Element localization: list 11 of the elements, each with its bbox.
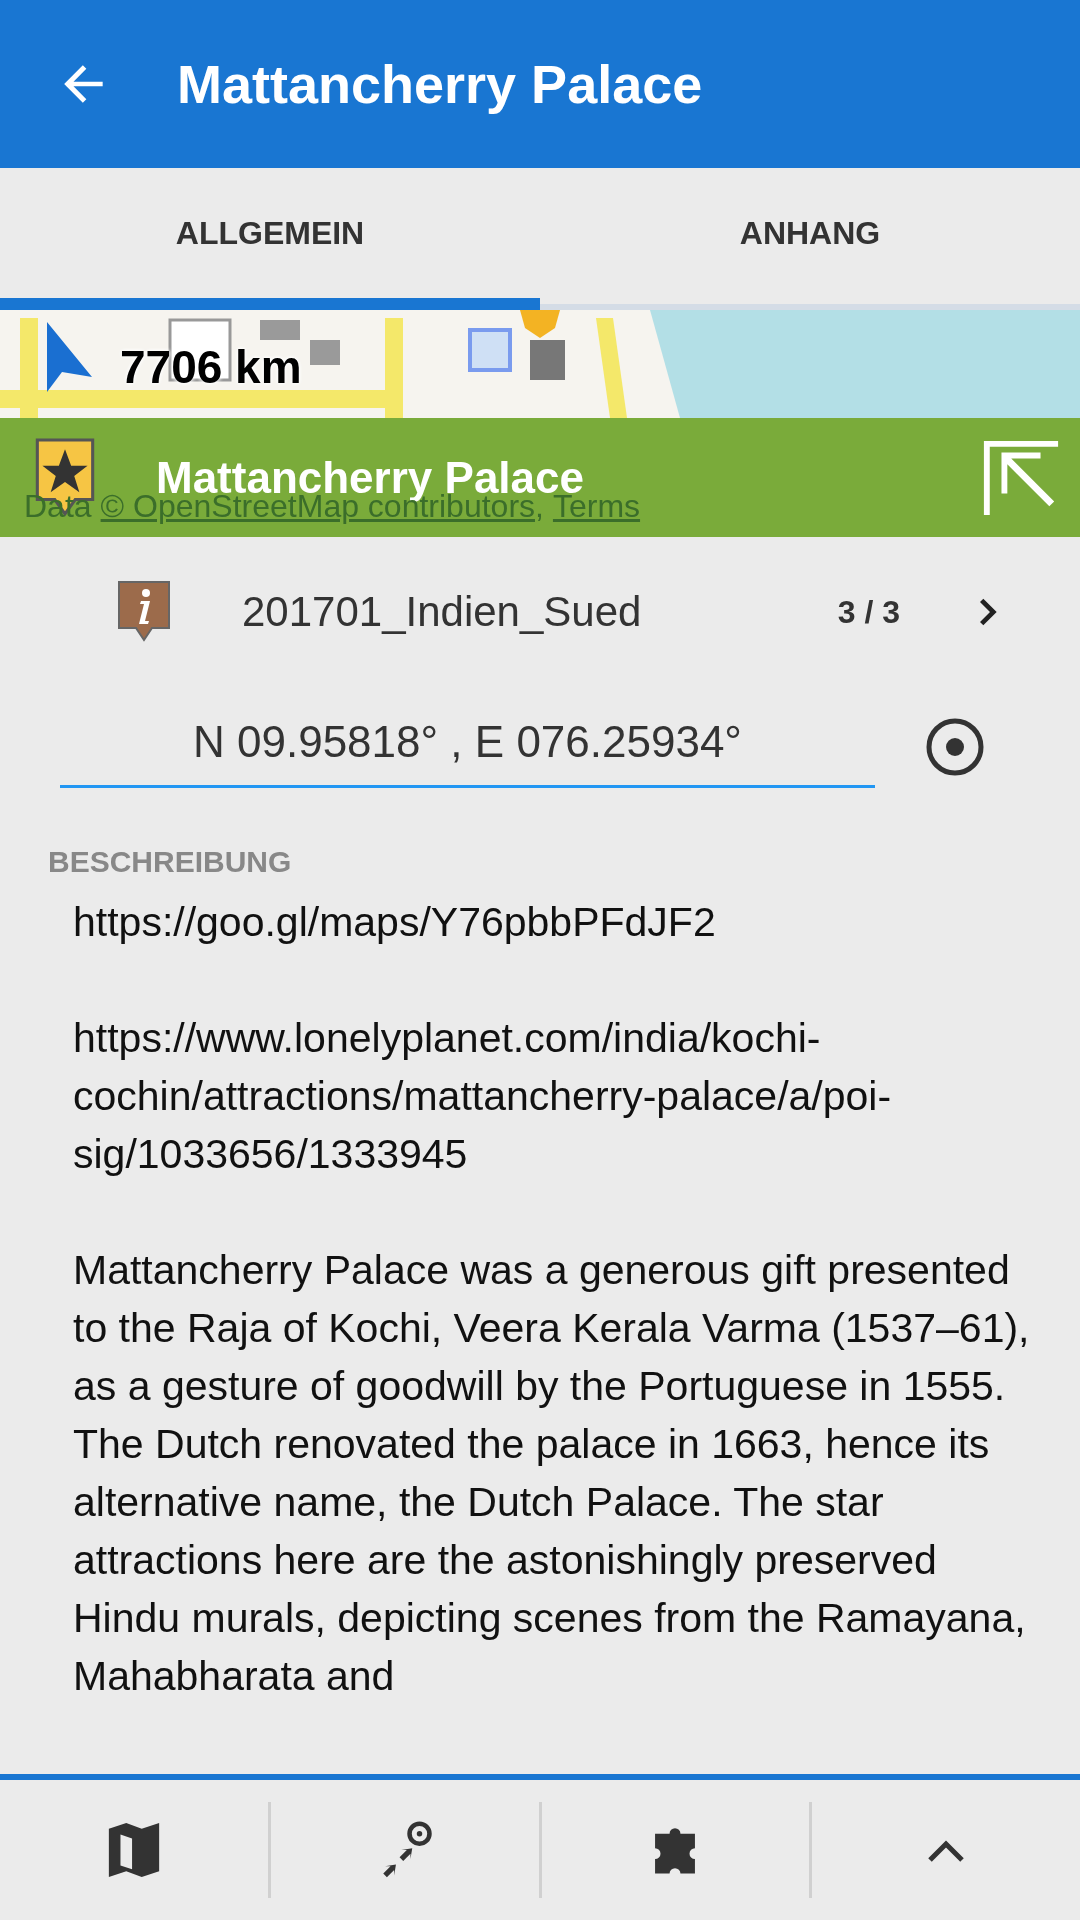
description-paragraph: https://goo.gl/maps/Y76pbbPFdJF2 xyxy=(73,898,717,947)
description-paragraph: https://www.lonelyplanet.com/india/kochi-cochin/attractions/mattancherry-palace/a/poi-sig/1033656/1333945 xyxy=(73,1014,893,1179)
tab[interactable]: ANHANG xyxy=(540,168,1080,310)
target-icon[interactable] xyxy=(925,717,985,777)
screen-title: Mattancherry Palace xyxy=(177,53,703,115)
coordinates-field[interactable]: N 09.95818° , E 076.25934° xyxy=(60,706,875,788)
section-label: BESCHREIBUNG xyxy=(48,845,292,879)
distance-label: 7706 km xyxy=(120,340,302,394)
category-name[interactable]: 201701_Indien_Sued xyxy=(242,588,838,636)
position-counter: 3 / 3 xyxy=(837,593,900,631)
description-paragraph: Mattancherry Palace was a generous gift presented to the Raja of Kochi, Veera Kerala Varma (1537–61), as a gesture of goodwill by the Portuguese in 1555. The Dutch renovated the palace in 1663, hence its alternative name, the Dutch Palace. The star attractions here are the astonishingly preserved Hindu murals, depicting scenes from the Ramayana, Mahabharata and xyxy=(73,1246,1030,1701)
